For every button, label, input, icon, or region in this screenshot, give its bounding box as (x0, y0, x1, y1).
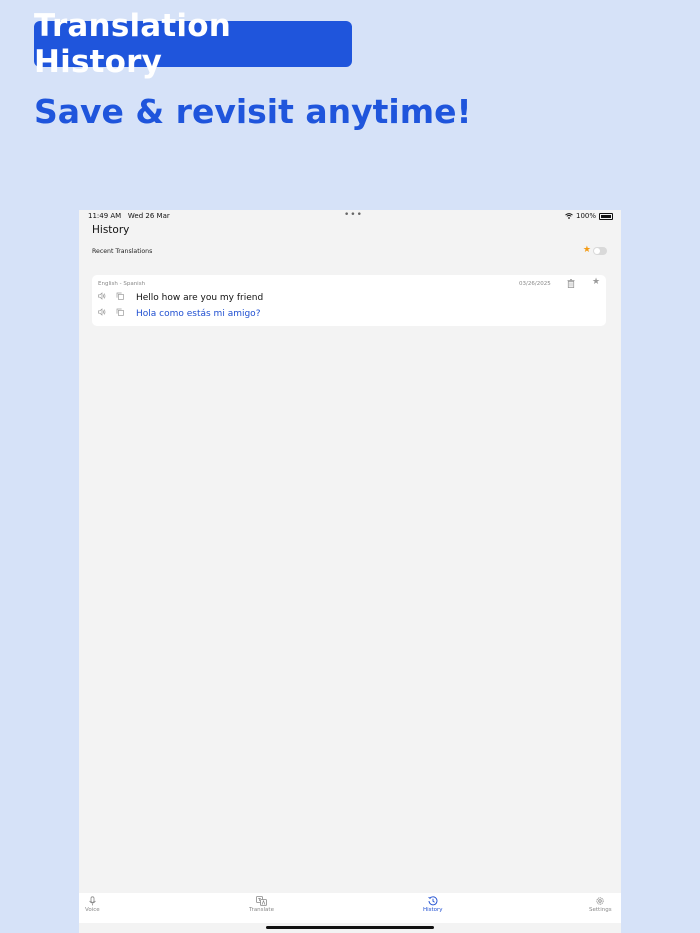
tab-label: History (423, 907, 443, 913)
favorites-toggle[interactable] (593, 246, 607, 255)
source-text: Hello how are you my friend (136, 293, 264, 303)
promo-headline: Save & revisit anytime! (34, 92, 472, 131)
microphone-icon (89, 896, 96, 906)
favorites-filter[interactable]: ★ (583, 246, 607, 255)
translate-icon (256, 896, 267, 906)
copy-icon[interactable] (116, 308, 124, 316)
translation-date: 03/26/2025 (519, 281, 551, 287)
tab-label: Translate (249, 907, 274, 913)
tab-label: Settings (589, 907, 612, 913)
battery-percent: 100% (575, 212, 596, 220)
promo-badge: Translation History (34, 8, 352, 80)
tab-translate[interactable]: Translate (249, 896, 274, 913)
status-time-date: 11:49 AM Wed 26 Mar (88, 212, 170, 220)
speaker-icon[interactable] (98, 292, 106, 300)
trash-icon[interactable] (567, 279, 575, 288)
home-indicator[interactable] (266, 926, 434, 929)
tab-voice[interactable]: Voice (85, 896, 100, 913)
status-bar: 11:49 AM Wed 26 Mar ••• 100% (79, 210, 621, 223)
star-icon: ★ (582, 245, 591, 255)
device-screen: 11:49 AM Wed 26 Mar ••• 100% History Rec… (79, 210, 621, 933)
history-card[interactable]: English - Spanish 03/26/2025 ★ Hello how… (92, 275, 606, 326)
multitasking-dots-icon[interactable]: ••• (344, 210, 363, 220)
status-time: 11:49 AM (88, 212, 122, 220)
status-right: 100% (565, 212, 613, 220)
page-title: History (92, 224, 130, 236)
speaker-icon[interactable] (98, 308, 106, 316)
translated-text: Hola como estás mi amigo? (136, 309, 261, 319)
battery-icon (599, 212, 613, 220)
tab-settings[interactable]: Settings (589, 896, 612, 913)
copy-icon[interactable] (116, 292, 124, 300)
section-label: Recent Translations (92, 248, 153, 255)
tab-label: Voice (85, 907, 100, 913)
language-pair: English - Spanish (98, 281, 146, 287)
tab-bar: Voice Translate History Settings (79, 893, 621, 923)
status-date: Wed 26 Mar (127, 212, 170, 220)
favorite-star-icon[interactable]: ★ (592, 278, 600, 287)
tab-history[interactable]: History (423, 896, 443, 913)
gear-icon (596, 897, 604, 905)
wifi-icon (565, 213, 573, 219)
history-icon (428, 896, 438, 906)
